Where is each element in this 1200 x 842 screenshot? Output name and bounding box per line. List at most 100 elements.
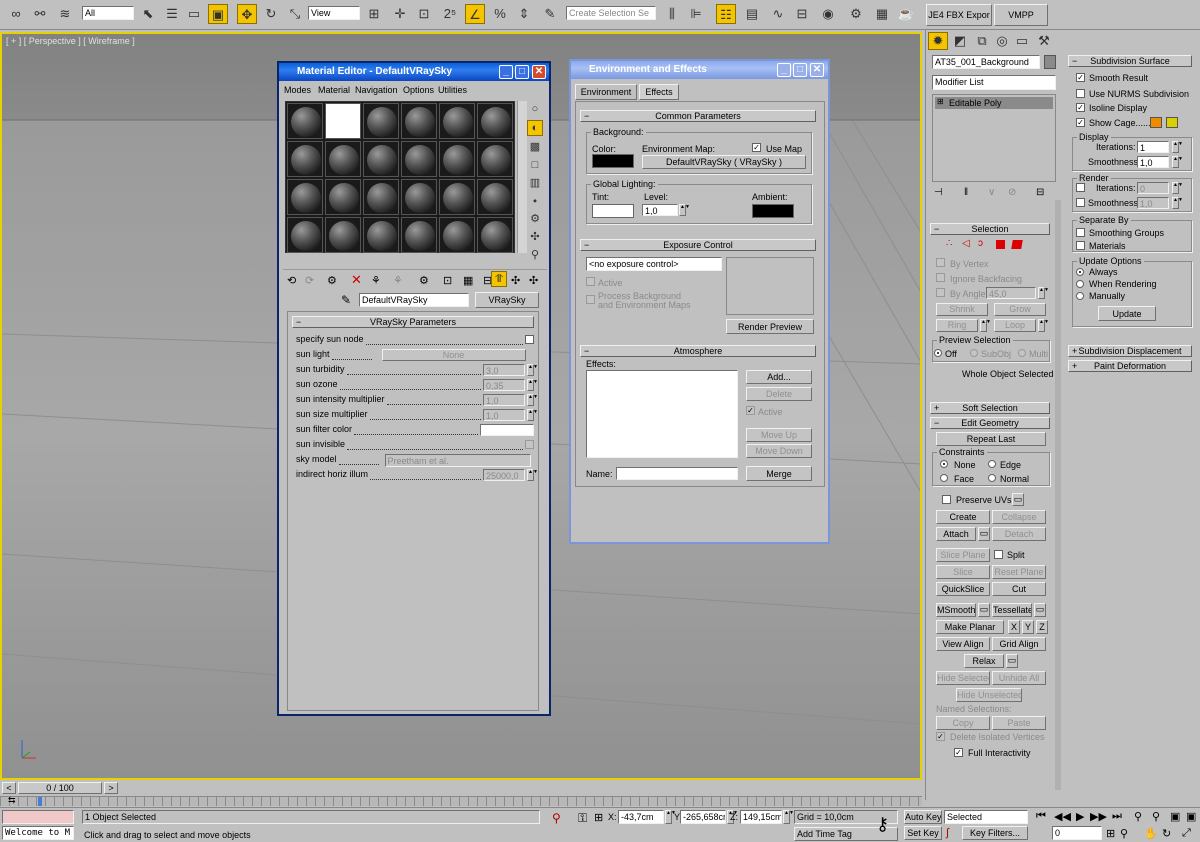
angle-snap-icon[interactable]: ∠ bbox=[465, 4, 485, 24]
display-tab-icon[interactable]: ▭ bbox=[1012, 32, 1032, 50]
rollout-paint-deformation[interactable]: + Paint Deformation bbox=[1068, 360, 1192, 372]
rollout-selection[interactable]: − Selection bbox=[930, 223, 1050, 235]
rollout-subdivision-displacement[interactable]: + Subdivision Displacement bbox=[1068, 345, 1192, 357]
show-end-result-icon[interactable]: ‖ bbox=[964, 187, 968, 198]
update-when-rendering-radio[interactable] bbox=[1076, 280, 1084, 288]
slice-plane-button[interactable]: Slice Plane bbox=[936, 548, 990, 562]
rollout-subdivision-surface[interactable]: − Subdivision Surface bbox=[1068, 55, 1192, 67]
sun-invisible-checkbox[interactable] bbox=[525, 440, 534, 449]
constraint-face-radio[interactable] bbox=[940, 474, 948, 482]
spinner-icon[interactable]: ▲▼ bbox=[1172, 197, 1183, 209]
sample-slot[interactable] bbox=[325, 217, 361, 253]
reset-plane-button[interactable]: Reset Plane bbox=[992, 565, 1046, 579]
delete-isolated-checkbox[interactable]: ✓ bbox=[936, 732, 945, 741]
selection-set-dropdown[interactable]: Selected bbox=[944, 810, 1028, 824]
scale-icon[interactable]: ⤡ bbox=[285, 4, 305, 24]
spinner-icon[interactable]: ▲▼ bbox=[527, 394, 538, 406]
environment-map-button[interactable]: DefaultVRaySky ( VRaySky ) bbox=[642, 155, 806, 169]
object-name-field[interactable]: AT35_001_Background bbox=[932, 55, 1040, 69]
select-by-material-icon[interactable]: ✣ bbox=[527, 229, 543, 245]
maxscript-listener[interactable]: Welcome to M bbox=[2, 826, 74, 840]
key-filters-button[interactable]: Key Filters... bbox=[962, 826, 1028, 840]
sample-slot[interactable] bbox=[363, 179, 399, 215]
menu-modes[interactable]: Modes bbox=[284, 85, 311, 95]
tab-vmpp[interactable]: VMPP bbox=[994, 4, 1048, 26]
go-to-end-icon[interactable]: ⏭ bbox=[1112, 810, 1122, 823]
indirect-horiz-field[interactable]: 25000,0 bbox=[483, 469, 525, 481]
rollout-edit-geometry[interactable]: − Edit Geometry bbox=[930, 417, 1050, 429]
spinner-icon[interactable]: ▲▼ bbox=[1038, 287, 1049, 299]
sample-slot[interactable] bbox=[401, 217, 437, 253]
sample-slot[interactable] bbox=[325, 141, 361, 177]
sun-intensity-field[interactable]: 1,0 bbox=[483, 394, 525, 406]
sample-slot[interactable] bbox=[287, 217, 323, 253]
options-icon[interactable]: ⚙ bbox=[527, 211, 543, 227]
show-cage-checkbox[interactable]: ✓ bbox=[1076, 118, 1085, 127]
rendered-frame-icon[interactable]: ▦ bbox=[872, 4, 892, 24]
iterations-field[interactable]: 1 bbox=[1137, 141, 1169, 153]
keyboard-shortcut-icon[interactable]: ⊡ bbox=[414, 4, 434, 24]
edit-named-sel-icon[interactable]: ✎ bbox=[540, 4, 560, 24]
sample-slot[interactable] bbox=[477, 217, 513, 253]
backlight-icon[interactable]: ◐ bbox=[527, 120, 543, 136]
render-smoothness-checkbox[interactable] bbox=[1076, 198, 1085, 207]
sky-model-dropdown[interactable]: Preetham et al. bbox=[384, 454, 531, 467]
select-by-name-icon[interactable]: ☰ bbox=[162, 4, 182, 24]
spinner-icon[interactable]: ▲▼ bbox=[665, 810, 676, 824]
element-icon[interactable] bbox=[1011, 240, 1023, 249]
link-icon[interactable]: ∞ bbox=[6, 4, 26, 24]
material-type-button[interactable]: VRaySky bbox=[475, 292, 539, 308]
edge-icon[interactable]: ◁ bbox=[962, 238, 970, 249]
sample-slot[interactable] bbox=[477, 141, 513, 177]
move-down-button[interactable]: Move Down bbox=[746, 444, 812, 458]
put-to-library-icon[interactable]: ⚙ bbox=[419, 274, 429, 287]
grid-align-button[interactable]: Grid Align bbox=[992, 637, 1046, 651]
render-iterations-field[interactable]: 0 bbox=[1137, 182, 1169, 194]
select-manipulate-icon[interactable]: ✛ bbox=[390, 4, 410, 24]
specify-sun-node-checkbox[interactable] bbox=[525, 335, 534, 344]
remove-modifier-icon[interactable]: ⊘ bbox=[1008, 187, 1016, 198]
time-slider-next-icon[interactable]: > bbox=[104, 782, 118, 794]
spinner-icon[interactable]: ▲▼ bbox=[980, 319, 991, 332]
schematic-view-icon[interactable]: ⊟ bbox=[792, 4, 812, 24]
by-vertex-checkbox[interactable] bbox=[936, 258, 945, 267]
utilities-tab-icon[interactable]: ⚒ bbox=[1034, 32, 1054, 50]
sample-slot[interactable] bbox=[401, 141, 437, 177]
trackbar[interactable]: ⇆ bbox=[0, 795, 922, 806]
sun-size-field[interactable]: 1,0 bbox=[483, 409, 525, 421]
uv-tiling-icon[interactable]: □ bbox=[527, 157, 543, 173]
sample-slot[interactable] bbox=[439, 103, 475, 139]
close-icon[interactable]: ✕ bbox=[810, 63, 824, 77]
constraint-none-radio[interactable] bbox=[940, 460, 948, 468]
stack-expand-icon[interactable]: ⊞ bbox=[937, 97, 944, 106]
preview-multi-radio[interactable] bbox=[1018, 349, 1026, 357]
spinner-icon[interactable]: ▲▼ bbox=[1038, 319, 1049, 332]
attach-button[interactable]: Attach bbox=[936, 527, 976, 541]
spinner-icon[interactable]: ▲▼ bbox=[527, 379, 538, 391]
spinner-icon[interactable]: ▲▼ bbox=[1172, 141, 1183, 153]
align-icon[interactable]: ⊫ bbox=[686, 4, 706, 24]
make-unique-icon[interactable]: ⚘ bbox=[393, 274, 403, 287]
sample-slot[interactable] bbox=[439, 179, 475, 215]
pan-icon[interactable]: ✋ bbox=[1144, 827, 1158, 840]
background-color-swatch[interactable] bbox=[592, 154, 634, 168]
active-checkbox[interactable] bbox=[586, 277, 595, 286]
maximize-icon[interactable]: □ bbox=[793, 63, 807, 77]
smooth-result-checkbox[interactable]: ✓ bbox=[1076, 73, 1085, 82]
preview-subobj-radio[interactable] bbox=[970, 349, 978, 357]
menu-navigation[interactable]: Navigation bbox=[355, 85, 398, 95]
show-map-icon[interactable]: ▦ bbox=[463, 274, 473, 287]
planar-z-button[interactable]: Z bbox=[1036, 620, 1048, 634]
update-manually-radio[interactable] bbox=[1076, 292, 1084, 300]
planar-x-button[interactable]: X bbox=[1008, 620, 1020, 634]
default-in-out-tangent-icon[interactable]: ∫ bbox=[946, 827, 949, 839]
unhide-all-button[interactable]: Unhide All bbox=[992, 671, 1046, 685]
graphite-icon[interactable]: ▤ bbox=[742, 4, 762, 24]
rollout-vraysky-parameters[interactable]: − VRaySky Parameters bbox=[292, 316, 534, 328]
sample-type-icon[interactable]: ○ bbox=[527, 101, 543, 117]
prev-frame-icon[interactable]: ◀◀ bbox=[1054, 810, 1071, 823]
sample-slot[interactable] bbox=[287, 141, 323, 177]
use-nurms-checkbox[interactable] bbox=[1076, 89, 1085, 98]
shrink-button[interactable]: Shrink bbox=[936, 303, 988, 316]
ref-coord-dropdown[interactable]: View bbox=[308, 6, 360, 20]
